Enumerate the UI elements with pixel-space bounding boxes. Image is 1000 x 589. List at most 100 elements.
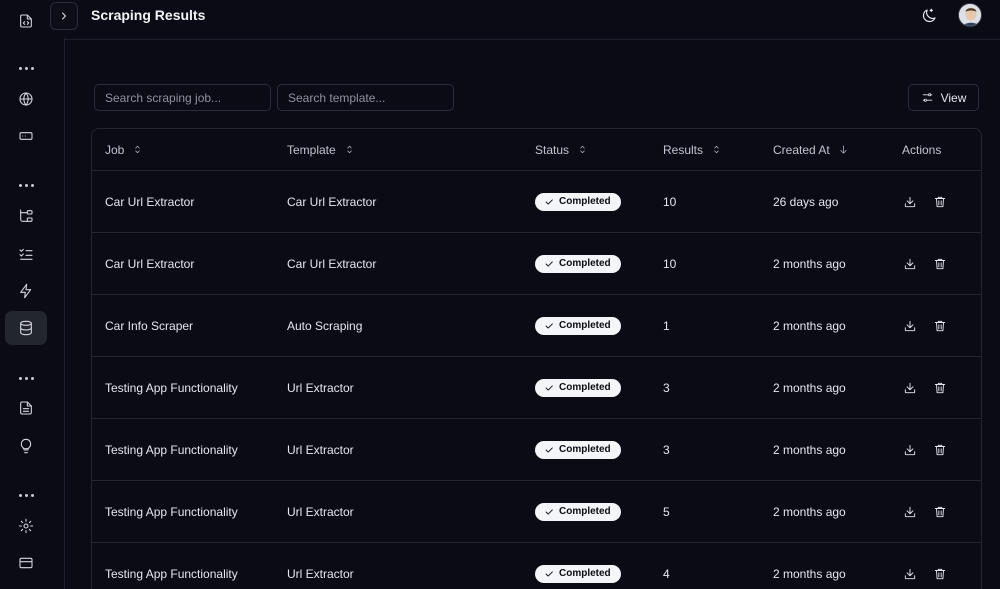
theme-toggle-button[interactable] [918,5,940,27]
download-icon [904,382,916,393]
results-cell: 3 [663,419,670,480]
sidebar-item-database[interactable] [5,311,47,345]
search-job-input[interactable] [94,84,271,111]
job-name: Testing App Functionality [105,504,238,519]
more-dots-icon[interactable] [5,61,47,75]
check-icon [545,322,553,329]
table-row[interactable]: Testing App Functionality Url Extractor … [92,543,981,589]
sidebar-item-file-text[interactable] [5,391,47,425]
sort-icon [580,145,585,154]
sidebar-item-credit-card[interactable] [5,546,47,580]
column-header-label: Job [105,142,125,157]
delete-button[interactable] [932,566,948,582]
actions-cell [902,481,948,542]
table-row[interactable]: Testing App Functionality Url Extractor … [92,481,981,543]
sidebar-item-settings[interactable] [5,509,47,543]
download-button[interactable] [902,194,918,210]
sidebar-divider [64,38,65,589]
column-header-job[interactable]: Job [105,129,143,170]
trash-icon [934,506,946,517]
job-cell: Testing App Functionality [105,419,238,480]
check-icon [545,508,553,515]
view-options-button[interactable]: View [908,84,979,111]
download-icon [904,196,916,207]
table-row[interactable]: Car Info Scraper Auto Scraping Completed… [92,295,981,357]
job-cell: Car Url Extractor [105,171,194,232]
table-header-row: Job Template Status Results Created At A… [92,129,981,171]
sidebar-item-lightbulb[interactable] [5,429,47,463]
trash-icon [934,320,946,331]
rectangle-icon [19,132,33,140]
column-header-status[interactable]: Status [535,129,588,170]
table-row[interactable]: Car Url Extractor Car Url Extractor Comp… [92,171,981,233]
download-button[interactable] [902,566,918,582]
column-header-results[interactable]: Results [663,129,722,170]
globe-icon [19,92,33,106]
sidebar-item-rectangle[interactable] [5,119,47,153]
download-button[interactable] [902,256,918,272]
template-name: Car Url Extractor [287,256,377,271]
delete-button[interactable] [932,504,948,520]
job-name: Car Url Extractor [105,194,195,209]
template-cell: Auto Scraping [287,295,362,356]
job-name: Car Url Extractor [105,256,195,271]
actions-cell [902,357,948,418]
template-cell: Url Extractor [287,419,354,480]
template-name: Url Extractor [287,442,354,457]
template-name: Auto Scraping [287,318,363,333]
table-row[interactable]: Testing App Functionality Url Extractor … [92,357,981,419]
download-button[interactable] [902,504,918,520]
check-icon [545,446,553,453]
delete-button[interactable] [932,380,948,396]
template-name: Url Extractor [287,504,354,519]
column-header-created-at[interactable]: Created At [773,129,849,170]
delete-button[interactable] [932,256,948,272]
created-at-cell: 26 days ago [773,171,838,232]
actions-cell [902,171,948,232]
status-cell: Completed [535,419,621,480]
created-at-cell: 2 months ago [773,233,846,294]
status-cell: Completed [535,481,621,542]
zap-icon [20,283,32,299]
template-name: Car Url Extractor [287,194,377,209]
search-template-input[interactable] [277,84,454,111]
header-divider [64,39,1000,40]
results-count: 4 [663,566,670,581]
download-button[interactable] [902,380,918,396]
sidebar-item-zap[interactable] [5,274,47,308]
created-at-cell: 2 months ago [773,295,846,356]
job-name: Testing App Functionality [105,380,238,395]
delete-button[interactable] [932,194,948,210]
sidebar-toggle-button[interactable] [50,2,78,30]
user-avatar-icon [959,4,981,26]
more-dots-icon[interactable] [5,371,47,385]
sort-icon [347,145,352,154]
sliders-icon [922,93,932,102]
template-cell: Url Extractor [287,543,354,589]
sidebar-item-file-code[interactable] [5,4,47,38]
sidebar-item-globe[interactable] [5,82,47,116]
trash-icon [934,568,946,579]
download-icon [904,506,916,517]
status-label: Completed [559,444,611,455]
download-button[interactable] [902,318,918,334]
sidebar-item-list-checks[interactable] [5,237,47,271]
avatar[interactable] [958,3,982,27]
table-row[interactable]: Testing App Functionality Url Extractor … [92,419,981,481]
sidebar-item-hierarchy[interactable] [5,199,47,233]
more-dots-icon[interactable] [5,178,47,192]
delete-button[interactable] [932,442,948,458]
status-badge: Completed [535,316,621,335]
list-checks-icon [19,248,33,260]
delete-button[interactable] [932,318,948,334]
download-button[interactable] [902,442,918,458]
actions-cell [902,419,948,480]
results-count: 10 [663,194,677,209]
job-cell: Testing App Functionality [105,357,238,418]
status-badge: Completed [535,502,621,521]
column-header-template[interactable]: Template [287,129,355,170]
more-dots-icon[interactable] [5,488,47,502]
table-row[interactable]: Car Url Extractor Car Url Extractor Comp… [92,233,981,295]
status-cell: Completed [535,171,621,232]
job-name: Testing App Functionality [105,442,238,457]
